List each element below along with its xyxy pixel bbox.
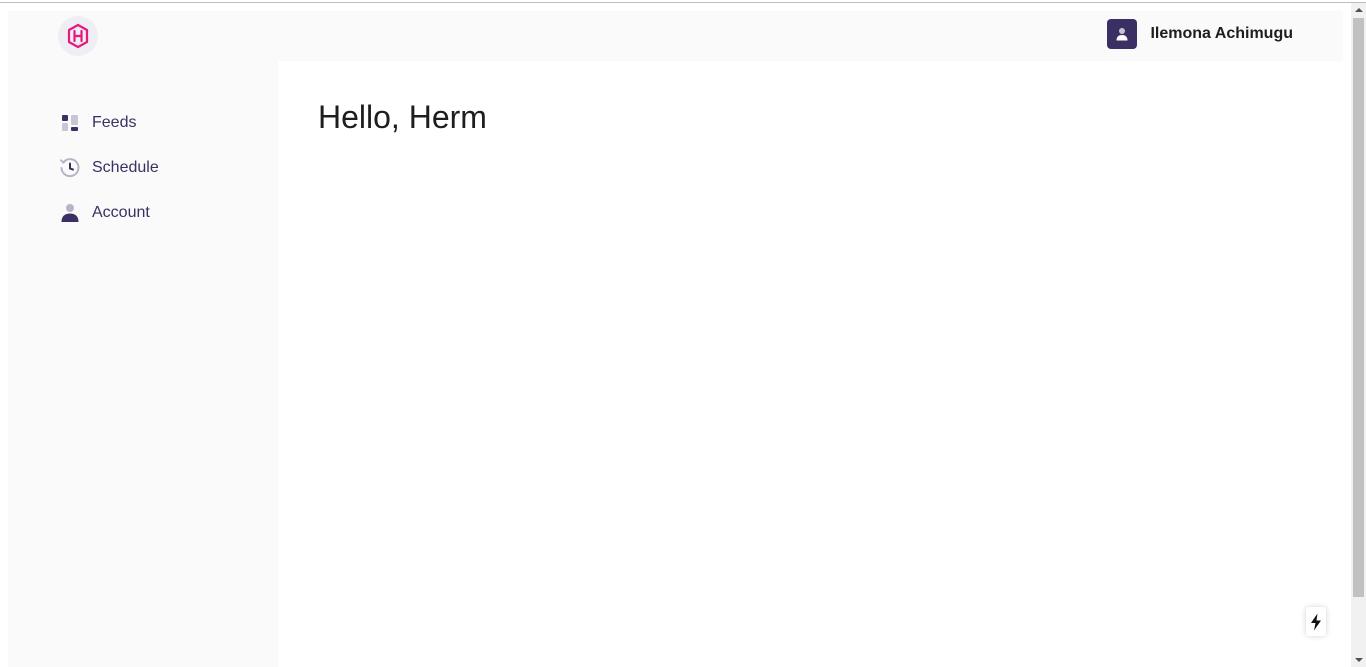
user-name[interactable]: Ilemona Achimugu xyxy=(1150,25,1293,43)
scroll-up-icon[interactable] xyxy=(1351,3,1366,17)
sidebar-item-label: Feeds xyxy=(92,114,137,131)
user-menu[interactable]: Ilemona Achimugu xyxy=(1107,19,1293,49)
main-content: Hello, Herm xyxy=(278,61,1343,667)
scrollbar-thumb[interactable] xyxy=(1353,18,1364,597)
lightning-bolt-button[interactable] xyxy=(1306,607,1326,636)
sidebar-item-feeds[interactable]: Feeds xyxy=(58,111,136,135)
vertical-scrollbar[interactable] xyxy=(1351,3,1366,667)
sidebar-item-label: Schedule xyxy=(92,159,159,176)
app-shell: Ilemona Achimugu Feeds Schedule Account … xyxy=(8,11,1343,667)
scroll-down-icon[interactable] xyxy=(1351,653,1366,667)
user-avatar[interactable] xyxy=(1107,19,1138,49)
hexagon-h-logo-icon[interactable] xyxy=(58,16,98,56)
top-header: Ilemona Achimugu xyxy=(8,11,1343,61)
person-icon xyxy=(58,201,82,225)
sidebar-item-label: Account xyxy=(92,204,150,221)
sidebar-item-account[interactable]: Account xyxy=(58,201,150,225)
feeds-icon xyxy=(58,111,82,135)
user-icon xyxy=(1116,28,1128,41)
page-title: Hello, Herm xyxy=(318,99,487,135)
browser-viewport: Ilemona Achimugu Feeds Schedule Account … xyxy=(0,0,1366,667)
history-clock-icon xyxy=(58,156,82,180)
sidebar-item-schedule[interactable]: Schedule xyxy=(58,156,159,180)
top-divider xyxy=(0,2,1366,3)
sidebar: Feeds Schedule Account xyxy=(8,61,278,667)
lightning-bolt-icon xyxy=(1311,613,1321,630)
